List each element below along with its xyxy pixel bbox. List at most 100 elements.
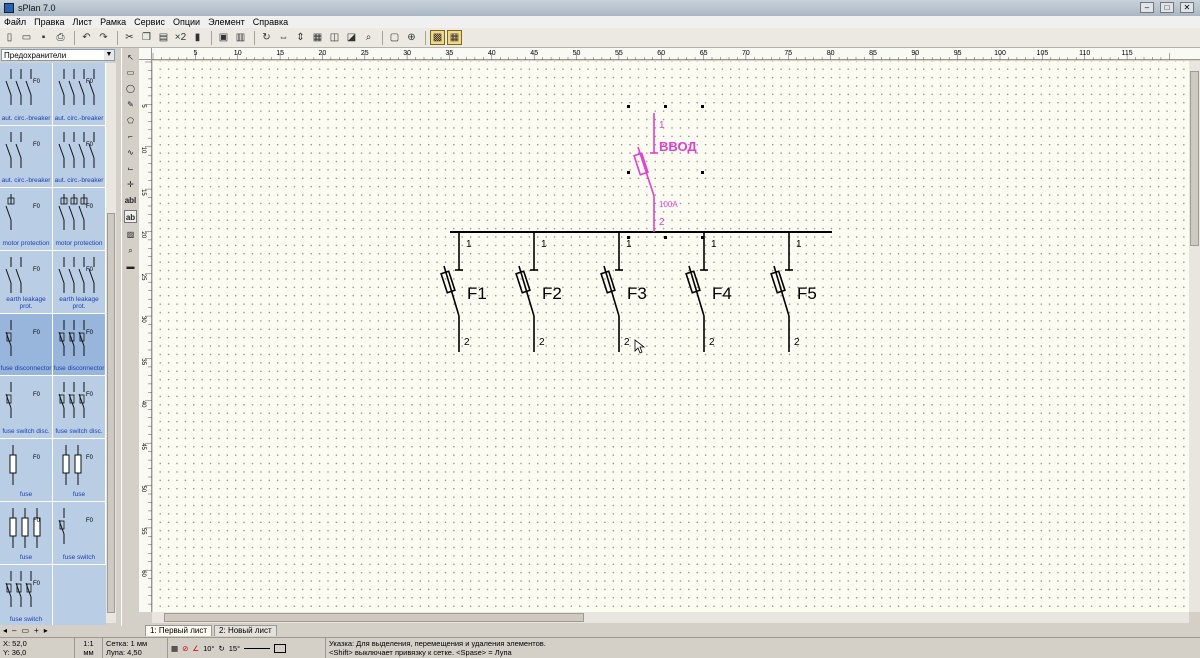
- rotate-icon[interactable]: ↻: [259, 30, 274, 45]
- library-scrollbar[interactable]: [106, 63, 116, 623]
- menu-sheet[interactable]: Лист: [73, 17, 93, 27]
- ellipse-tool-icon[interactable]: ◯: [124, 82, 137, 95]
- cut-icon[interactable]: ✂: [122, 30, 137, 45]
- mirror-v-icon[interactable]: ⇕: [293, 30, 308, 45]
- library-item-breaker3[interactable]: F0 aut. circ.-breaker: [0, 63, 53, 126]
- menu-help[interactable]: Справка: [253, 17, 288, 27]
- ruler-h-label: 80: [827, 50, 835, 57]
- input-switch[interactable]: [633, 113, 658, 232]
- junction-tool-icon[interactable]: ✛: [124, 178, 137, 191]
- ungroup-icon[interactable]: ▥: [233, 30, 248, 45]
- menu-frame[interactable]: Рамка: [100, 17, 126, 27]
- rectangle-tool-icon[interactable]: ▭: [124, 66, 137, 79]
- group-icon[interactable]: ▣: [216, 30, 231, 45]
- feeder-F3[interactable]: [600, 232, 623, 352]
- open-folder-icon[interactable]: ▭: [19, 30, 34, 45]
- angle-2-value[interactable]: 15°: [229, 644, 240, 653]
- pen-tool-icon[interactable]: ✎: [124, 98, 137, 111]
- library-item-fuse3[interactable]: F0 fuse: [0, 501, 53, 565]
- symbol-icon: F0: [5, 69, 41, 105]
- snap-icon[interactable]: ⊘: [182, 644, 188, 653]
- feeder-F2[interactable]: [515, 232, 538, 352]
- library-item-motor3[interactable]: F0 motor protection: [53, 188, 106, 252]
- angle-1-value[interactable]: 10°: [203, 644, 214, 653]
- plus-icon[interactable]: +: [34, 626, 39, 636]
- library-item-breaker4[interactable]: F0 aut. circ.-breaker: [53, 125, 106, 189]
- text-tool-icon[interactable]: abl: [124, 194, 137, 207]
- menu-options[interactable]: Опции: [173, 17, 200, 27]
- canvas-vertical-scrollbar[interactable]: [1189, 61, 1200, 612]
- tab-sheet-2[interactable]: 2: Новый лист: [214, 625, 277, 636]
- back-icon[interactable]: ◪: [344, 30, 359, 45]
- pointer-tool-icon[interactable]: ↖: [124, 51, 137, 64]
- print-icon[interactable]: ⎙: [53, 30, 68, 45]
- selection-handles[interactable]: [627, 105, 704, 239]
- bezier-tool-icon[interactable]: ∿: [124, 146, 137, 159]
- zoom-value: Лупа: 4,50: [106, 648, 142, 657]
- undo-icon[interactable]: ↶: [79, 30, 94, 45]
- library-item-fuse1[interactable]: F0 fuse: [0, 439, 53, 502]
- measure-tool-icon[interactable]: ▬: [124, 260, 137, 273]
- library-menu-icon[interactable]: ▭: [21, 626, 29, 636]
- library-item-fuse2[interactable]: F0 fuse: [53, 439, 106, 502]
- polygon-tool-icon[interactable]: ⬠: [124, 114, 137, 127]
- page-icon[interactable]: ▢: [387, 30, 402, 45]
- new-file-icon[interactable]: ▯: [2, 30, 17, 45]
- label-tool-icon[interactable]: ab: [124, 210, 137, 223]
- library-item-fswitch1[interactable]: F0 fuse switch: [53, 501, 106, 565]
- menu-service[interactable]: Сервис: [134, 17, 165, 27]
- redo-icon[interactable]: ↷: [96, 30, 111, 45]
- menu-file[interactable]: Файл: [4, 17, 26, 27]
- minimize-button[interactable]: –: [1140, 2, 1154, 13]
- fill-style-icon[interactable]: [274, 643, 287, 653]
- feeder-F4[interactable]: [685, 232, 708, 352]
- save-icon[interactable]: ▪: [36, 30, 51, 45]
- feeder-F5[interactable]: [770, 232, 793, 352]
- image-tool-icon[interactable]: ▨: [124, 228, 137, 241]
- paste-icon[interactable]: ▤: [156, 30, 171, 45]
- wire-tool-icon[interactable]: ⌙: [124, 162, 137, 175]
- canvas-horizontal-scrollbar[interactable]: [152, 612, 1189, 623]
- maximize-button[interactable]: □: [1160, 2, 1174, 13]
- menu-element[interactable]: Элемент: [208, 17, 245, 27]
- zoom-icon[interactable]: ⊕: [404, 30, 419, 45]
- front-icon[interactable]: ◫: [327, 30, 342, 45]
- duplicate-x2-button[interactable]: ×2: [173, 30, 188, 45]
- polyline-tool-icon[interactable]: ⌐: [124, 130, 137, 143]
- library-item-fuseswitch3[interactable]: F0 fuse switch disc.: [53, 376, 106, 440]
- main-toolbar: ▯ ▭ ▪ ⎙ ↶ ↷ ✂ ❐ ▤ ×2 ▮ ▣ ▥ ↻ ⇔ ⇕ ▦ ◫ ◪ ⌕…: [0, 28, 1200, 48]
- grid-icon[interactable]: ▦: [171, 644, 178, 653]
- library-item-fswitch3[interactable]: F0 fuse switch: [0, 564, 53, 625]
- prev-arrow-icon[interactable]: ◂: [3, 626, 7, 636]
- hint-line-1: Указка: Для выделения, перемещения и уда…: [329, 639, 546, 648]
- align-icon[interactable]: ▦: [310, 30, 325, 45]
- angle-icon[interactable]: ∠: [192, 644, 199, 653]
- library-item-breaker2[interactable]: F0 aut. circ.-breaker: [0, 125, 53, 189]
- library-item-motor1[interactable]: F0 motor protection: [0, 188, 53, 252]
- minus-icon[interactable]: –: [12, 626, 16, 636]
- tab-sheet-1[interactable]: 1: Первый лист: [145, 625, 213, 636]
- mirror-h-icon[interactable]: ⇔: [276, 30, 291, 45]
- svg-text:F0: F0: [86, 79, 94, 85]
- magnifier-tool-icon[interactable]: ⌕: [124, 244, 137, 257]
- sheet-frame-toggle[interactable]: ▦: [447, 30, 462, 45]
- menu-edit[interactable]: Правка: [34, 17, 64, 27]
- library-item-earth4[interactable]: F0 earth leakage prot.: [53, 251, 106, 314]
- find-icon[interactable]: ⌕: [361, 30, 376, 45]
- snap-grid-toggle[interactable]: ▩: [430, 30, 445, 45]
- library-item-earth2[interactable]: F0 earth leakage prot.: [0, 251, 53, 314]
- next-arrow-icon[interactable]: ▸: [44, 626, 48, 636]
- chevron-down-icon[interactable]: ▼: [104, 50, 114, 60]
- line-style-icon[interactable]: [244, 647, 271, 649]
- drawing-canvas[interactable]: 1 ВВОД 100A 2 1 F1 2 1 F2 2 1 F3 2 1 F4 …: [153, 61, 1189, 612]
- library-item-fusedisc3[interactable]: F0 fuse disconnector: [53, 313, 106, 377]
- library-item-breaker4[interactable]: F0 aut. circ.-breaker: [53, 63, 106, 126]
- library-dropdown[interactable]: Предохранители ▼: [1, 49, 115, 61]
- library-item-fusedisc1[interactable]: F0 fuse disconnector: [0, 313, 53, 377]
- delete-icon[interactable]: ▮: [190, 30, 205, 45]
- rotate-angle-icon[interactable]: ↻: [218, 644, 224, 653]
- copy-icon[interactable]: ❐: [139, 30, 154, 45]
- feeder-F1[interactable]: [440, 232, 463, 352]
- library-item-fuseswitch1[interactable]: F0 fuse switch disc.: [0, 376, 53, 440]
- close-button[interactable]: ✕: [1180, 2, 1194, 13]
